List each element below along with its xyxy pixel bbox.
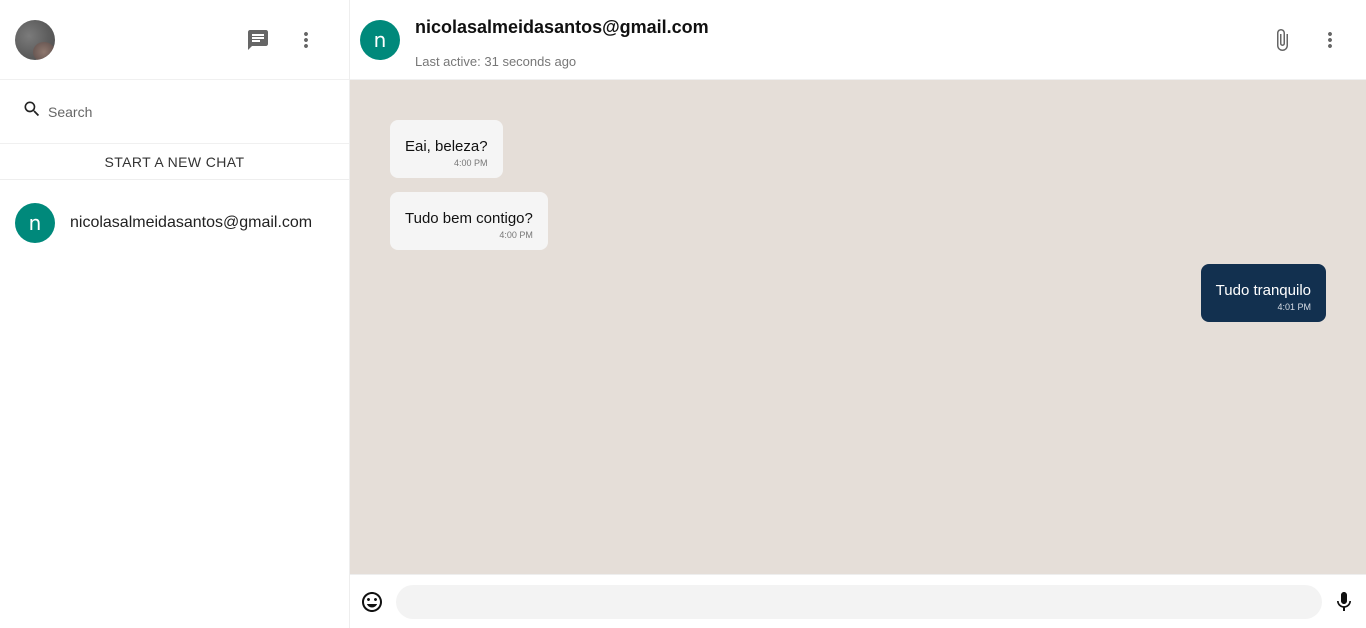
message-area: Eai, beleza? 4:00 PM Tudo bem contigo? 4… — [350, 80, 1366, 574]
mic-icon[interactable] — [1332, 590, 1356, 614]
sidebar-header-icons — [246, 28, 318, 52]
message-time: 4:01 PM — [1277, 302, 1311, 312]
last-active-status: Last active: 31 seconds ago — [415, 54, 577, 69]
chat-list-item[interactable]: n nicolasalmeidasantos@gmail.com — [0, 180, 349, 266]
message-time: 4:00 PM — [499, 230, 533, 240]
profile-avatar[interactable] — [15, 19, 55, 60]
recipient-info: nicolasalmeidasantos@gmail.com Last acti… — [415, 17, 709, 69]
recipient-avatar[interactable]: n — [360, 20, 400, 60]
app: START A NEW CHAT n nicolasalmeidasantos@… — [0, 0, 1366, 628]
chat-icon[interactable] — [246, 28, 270, 52]
message-bubble-incoming: Tudo bem contigo? 4:00 PM — [390, 192, 548, 250]
emoji-icon[interactable] — [360, 590, 384, 614]
message-input[interactable] — [396, 584, 1322, 619]
search-bar — [0, 80, 349, 144]
conversation-header: n nicolasalmeidasantos@gmail.com Last ac… — [350, 0, 1366, 80]
conversation-header-icons — [1270, 28, 1342, 52]
search-icon — [22, 99, 42, 124]
conversation-panel: n nicolasalmeidasantos@gmail.com Last ac… — [350, 0, 1366, 628]
contact-name: nicolasalmeidasantos@gmail.com — [70, 214, 313, 231]
more-vert-icon[interactable] — [1318, 28, 1342, 52]
message-time: 4:00 PM — [454, 158, 488, 168]
attach-icon[interactable] — [1270, 28, 1294, 52]
recipient-email: nicolasalmeidasantos@gmail.com — [415, 17, 709, 37]
sidebar: START A NEW CHAT n nicolasalmeidasantos@… — [0, 0, 350, 628]
more-vert-icon[interactable] — [294, 28, 318, 52]
chat-list: n nicolasalmeidasantos@gmail.com — [0, 180, 349, 266]
contact-avatar: n — [15, 203, 55, 243]
search-input[interactable] — [48, 103, 327, 120]
message-bubble-outgoing: Tudo tranquilo 4:01 PM — [1200, 264, 1326, 322]
message-text: Eai, beleza? — [405, 138, 488, 155]
sidebar-header — [0, 0, 349, 80]
message-composer — [350, 574, 1366, 628]
message-text: Tudo bem contigo? — [405, 210, 533, 227]
message-text: Tudo tranquilo — [1215, 282, 1311, 299]
message-bubble-incoming: Eai, beleza? 4:00 PM — [390, 120, 503, 178]
start-new-chat-button[interactable]: START A NEW CHAT — [0, 144, 349, 180]
